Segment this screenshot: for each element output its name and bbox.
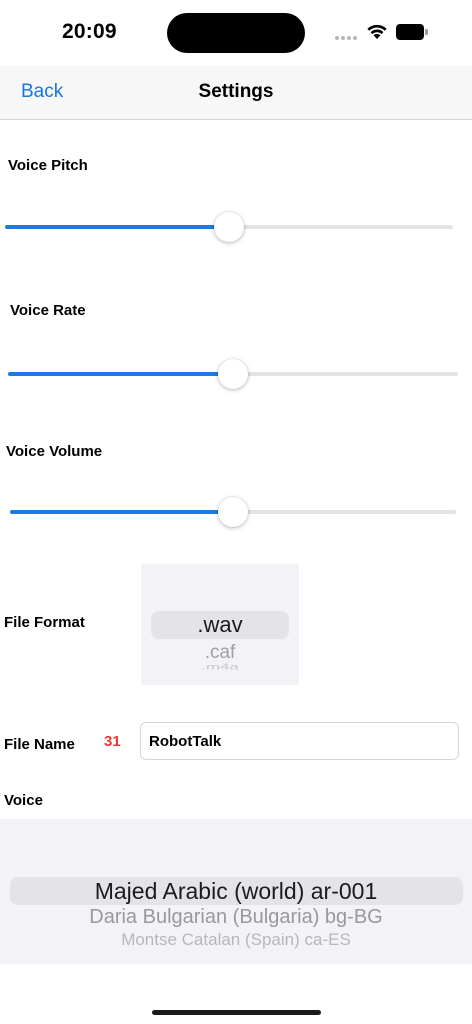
back-button[interactable]: Back (21, 81, 63, 103)
voice-rate-label: Voice Rate (10, 302, 86, 319)
status-time: 20:09 (62, 20, 117, 43)
voice-volume-label: Voice Volume (6, 443, 103, 460)
slider-thumb[interactable] (214, 212, 244, 242)
navigation-bar: Settings Back (0, 66, 472, 120)
picker-option[interactable]: Daria Bulgarian (Bulgaria) bg-BG (0, 906, 472, 929)
dynamic-island (167, 13, 305, 53)
status-bar: 20:09 (0, 0, 472, 66)
page-title: Settings (198, 81, 274, 102)
slider-fill (8, 372, 233, 376)
voice-pitch-slider[interactable] (5, 212, 453, 242)
picker-option-selected[interactable]: Majed Arabic (world) ar-001 (0, 878, 472, 905)
voice-volume-slider[interactable] (10, 497, 456, 527)
file-name-label: File Name (4, 736, 75, 753)
slider-thumb[interactable] (218, 359, 248, 389)
voice-pitch-label: Voice Pitch (8, 157, 88, 174)
voice-picker[interactable]: Majed Arabic (world) ar-001 Daria Bulgar… (0, 819, 472, 964)
character-count-badge: 31 (104, 733, 121, 750)
slider-fill (10, 510, 233, 514)
file-name-field[interactable] (140, 722, 459, 760)
file-format-label: File Format (4, 614, 85, 631)
picker-option[interactable]: .caf (141, 642, 299, 664)
slider-thumb[interactable] (218, 497, 248, 527)
battery-full-icon (396, 24, 428, 40)
wifi-icon (367, 24, 387, 39)
cellular-signal-icon (335, 36, 359, 42)
slider-fill (5, 225, 229, 229)
voice-label: Voice (4, 792, 43, 809)
home-indicator (152, 1010, 321, 1015)
file-format-picker[interactable]: .wav .caf .m4a (141, 564, 299, 685)
voice-rate-slider[interactable] (8, 359, 458, 389)
picker-option[interactable]: .m4a (141, 662, 299, 672)
picker-option-selected[interactable]: .wav (141, 612, 299, 638)
picker-option[interactable]: Montse Catalan (Spain) ca-ES (0, 930, 472, 950)
